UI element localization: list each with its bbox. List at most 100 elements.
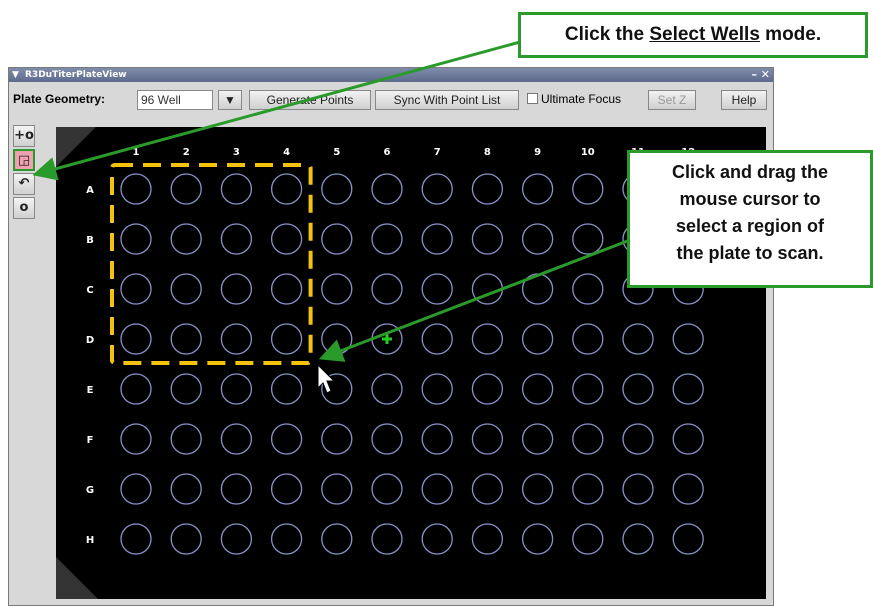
well-C1[interactable] [120, 273, 152, 305]
well-D10[interactable] [572, 323, 604, 355]
well-D5[interactable] [321, 323, 353, 355]
well-E10[interactable] [572, 373, 604, 405]
well-F9[interactable] [521, 423, 554, 455]
well-D11[interactable] [622, 323, 654, 355]
well-H3[interactable] [220, 523, 253, 555]
well-F5[interactable] [321, 423, 353, 455]
well-H9[interactable] [521, 523, 554, 555]
well-A1[interactable] [120, 173, 152, 205]
well-G3[interactable] [220, 473, 253, 505]
well-E5[interactable] [321, 373, 353, 405]
well-E2[interactable] [170, 373, 202, 405]
well-C9[interactable] [521, 273, 554, 305]
window-controls[interactable]: – ✕ [751, 68, 770, 82]
well-B6[interactable] [371, 223, 403, 255]
well-B9[interactable] [521, 223, 554, 255]
well-A4[interactable] [270, 173, 303, 205]
well-D8[interactable] [471, 323, 504, 355]
well-C8[interactable] [471, 273, 504, 305]
well-A7[interactable] [421, 173, 453, 205]
well-H11[interactable] [622, 523, 654, 555]
well-G11[interactable] [622, 473, 654, 505]
well-F6[interactable] [371, 423, 403, 455]
well-F8[interactable] [471, 423, 504, 455]
sync-point-list-button[interactable]: Sync With Point List [375, 90, 519, 110]
well-C4[interactable] [270, 273, 303, 305]
generate-points-button[interactable]: Generate Points [249, 90, 371, 110]
well-C6[interactable] [371, 273, 403, 305]
well-D2[interactable] [170, 323, 202, 355]
circle-icon[interactable]: o [13, 197, 35, 219]
well-G10[interactable] [572, 473, 604, 505]
well-B7[interactable] [421, 223, 453, 255]
well-B8[interactable] [471, 223, 504, 255]
well-A6[interactable] [371, 173, 403, 205]
well-G7[interactable] [421, 473, 453, 505]
well-D9[interactable] [521, 323, 554, 355]
well-E8[interactable] [471, 373, 504, 405]
help-button[interactable]: Help [721, 90, 767, 110]
well-E3[interactable] [220, 373, 253, 405]
well-C7[interactable] [421, 273, 453, 305]
well-F10[interactable] [572, 423, 604, 455]
well-G12[interactable] [672, 473, 704, 505]
well-H4[interactable] [270, 523, 303, 555]
select-wells-icon[interactable]: ◲ [13, 149, 35, 171]
well-F1[interactable] [120, 423, 152, 455]
well-E6[interactable] [371, 373, 403, 405]
well-H5[interactable] [321, 523, 353, 555]
plate-geometry-select[interactable]: 96 Well [137, 90, 213, 110]
well-G1[interactable] [120, 473, 152, 505]
well-G5[interactable] [321, 473, 353, 505]
well-E9[interactable] [521, 373, 554, 405]
well-G6[interactable] [371, 473, 403, 505]
well-G9[interactable] [521, 473, 554, 505]
well-B1[interactable] [120, 223, 152, 255]
well-A5[interactable] [321, 173, 353, 205]
checkbox-icon[interactable] [527, 93, 538, 104]
well-B4[interactable] [270, 223, 303, 255]
well-F7[interactable] [421, 423, 453, 455]
well-H10[interactable] [572, 523, 604, 555]
well-E7[interactable] [421, 373, 453, 405]
well-G8[interactable] [471, 473, 504, 505]
well-D3[interactable] [220, 323, 253, 355]
well-F11[interactable] [622, 423, 654, 455]
well-H7[interactable] [421, 523, 453, 555]
well-C5[interactable] [321, 273, 353, 305]
well-D12[interactable] [672, 323, 704, 355]
well-F12[interactable] [672, 423, 704, 455]
dropdown-arrow-icon[interactable]: ▼ [218, 90, 242, 110]
well-A10[interactable] [572, 173, 604, 205]
ultimate-focus-checkbox[interactable]: Ultimate Focus [527, 90, 621, 110]
well-B10[interactable] [572, 223, 604, 255]
well-C10[interactable] [572, 273, 604, 305]
add-point-icon[interactable]: +o [13, 125, 35, 147]
well-E1[interactable] [120, 373, 152, 405]
set-z-button[interactable]: Set Z [648, 90, 696, 110]
well-D4[interactable] [270, 323, 303, 355]
well-E4[interactable] [270, 373, 303, 405]
well-H1[interactable] [120, 523, 152, 555]
well-F3[interactable] [220, 423, 253, 455]
well-E11[interactable] [622, 373, 654, 405]
well-A8[interactable] [471, 173, 504, 205]
well-H12[interactable] [672, 523, 704, 555]
well-F2[interactable] [170, 423, 202, 455]
well-E12[interactable] [672, 373, 704, 405]
well-A3[interactable] [220, 173, 253, 205]
well-G2[interactable] [170, 473, 202, 505]
well-B3[interactable] [220, 223, 253, 255]
well-D1[interactable] [120, 323, 152, 355]
well-H6[interactable] [371, 523, 403, 555]
well-D7[interactable] [421, 323, 453, 355]
well-C2[interactable] [170, 273, 202, 305]
well-A2[interactable] [170, 173, 202, 205]
well-A9[interactable] [521, 173, 554, 205]
window-menu-icon[interactable]: ▼ [12, 68, 19, 82]
well-H2[interactable] [170, 523, 202, 555]
well-B2[interactable] [170, 223, 202, 255]
well-B5[interactable] [321, 223, 353, 255]
well-C3[interactable] [220, 273, 253, 305]
well-H8[interactable] [471, 523, 504, 555]
